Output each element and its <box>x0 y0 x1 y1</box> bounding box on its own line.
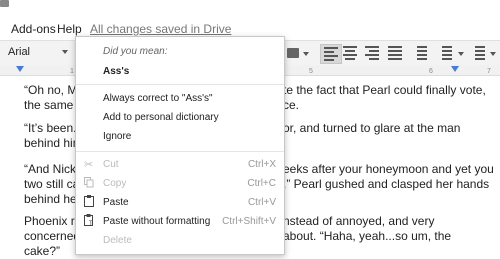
chevron-down-icon[interactable] <box>490 52 496 56</box>
text-line: or, and turned to glare at the man <box>283 121 461 135</box>
menu-divider <box>76 151 284 152</box>
svg-text:T: T <box>88 220 93 226</box>
text-line: ce. <box>283 98 300 112</box>
delete-item[interactable]: Delete <box>103 235 132 246</box>
ruler-tick: 1 <box>70 68 74 75</box>
menubar: Add-ons Help All changes saved in Drive <box>0 17 500 37</box>
align-left-button[interactable] <box>320 44 342 64</box>
folder-icon[interactable] <box>0 0 9 7</box>
numbered-list-icon[interactable] <box>438 46 452 60</box>
copy-item[interactable]: Copy <box>103 178 126 189</box>
insert-image-icon[interactable] <box>287 48 299 58</box>
text-line: about. “Haha, yeah...so um, the <box>283 229 452 243</box>
copy-icon <box>84 177 94 191</box>
bulleted-list-icon[interactable] <box>471 46 485 60</box>
save-status-link[interactable]: All changes saved in Drive <box>90 22 231 36</box>
left-indent-marker[interactable] <box>16 66 24 72</box>
paste-without-formatting-item[interactable]: Paste without formatting <box>103 216 210 227</box>
context-menu: Did you mean: Ass's Always correct to "A… <box>75 36 285 255</box>
menu-divider <box>76 84 284 85</box>
text-line: .” Pearl gushed and clasped her hands <box>283 177 490 191</box>
ruler-tick: 5 <box>309 68 313 75</box>
paste-without-formatting-shortcut: Ctrl+Shift+V <box>222 216 276 227</box>
copy-shortcut: Ctrl+C <box>247 178 276 189</box>
menu-addons[interactable]: Add-ons <box>11 22 56 36</box>
align-justify-button[interactable] <box>388 46 402 60</box>
did-you-mean-label: Did you mean: <box>103 46 168 57</box>
chevron-down-icon[interactable] <box>303 52 309 56</box>
ruler-tick: 6 <box>429 68 433 75</box>
paste-plain-icon: T <box>84 214 95 229</box>
right-indent-marker[interactable] <box>451 66 459 72</box>
chevron-down-icon <box>62 50 68 54</box>
text-line: nstead of annoyed, and very <box>283 214 435 228</box>
font-select-value: Arial <box>8 46 31 58</box>
chevron-down-icon[interactable] <box>458 52 464 56</box>
cut-shortcut: Ctrl+X <box>247 159 276 170</box>
spelling-suggestion[interactable]: Ass's <box>103 66 129 77</box>
ruler-tick: 7 <box>487 68 491 75</box>
add-to-dictionary-item[interactable]: Add to personal dictionary <box>103 112 219 123</box>
align-center-button[interactable] <box>343 46 357 60</box>
text-line: eeks after your honeymoon and yet you <box>283 162 494 176</box>
menu-help[interactable]: Help <box>57 22 82 36</box>
align-right-button[interactable] <box>365 46 379 60</box>
scissors-icon: ✂ <box>84 159 94 171</box>
clipboard-icon <box>84 195 94 210</box>
line-spacing-icon[interactable] <box>413 46 427 60</box>
cut-item[interactable]: Cut <box>103 159 119 170</box>
paste-shortcut: Ctrl+V <box>247 197 276 208</box>
font-select[interactable]: Arial <box>8 44 70 60</box>
paste-item[interactable]: Paste <box>103 197 129 208</box>
always-correct-item[interactable]: Always correct to "Ass's" <box>103 93 213 104</box>
text-line: te the fact that Pearl could finally vot… <box>283 83 486 97</box>
ignore-item[interactable]: Ignore <box>103 131 131 142</box>
